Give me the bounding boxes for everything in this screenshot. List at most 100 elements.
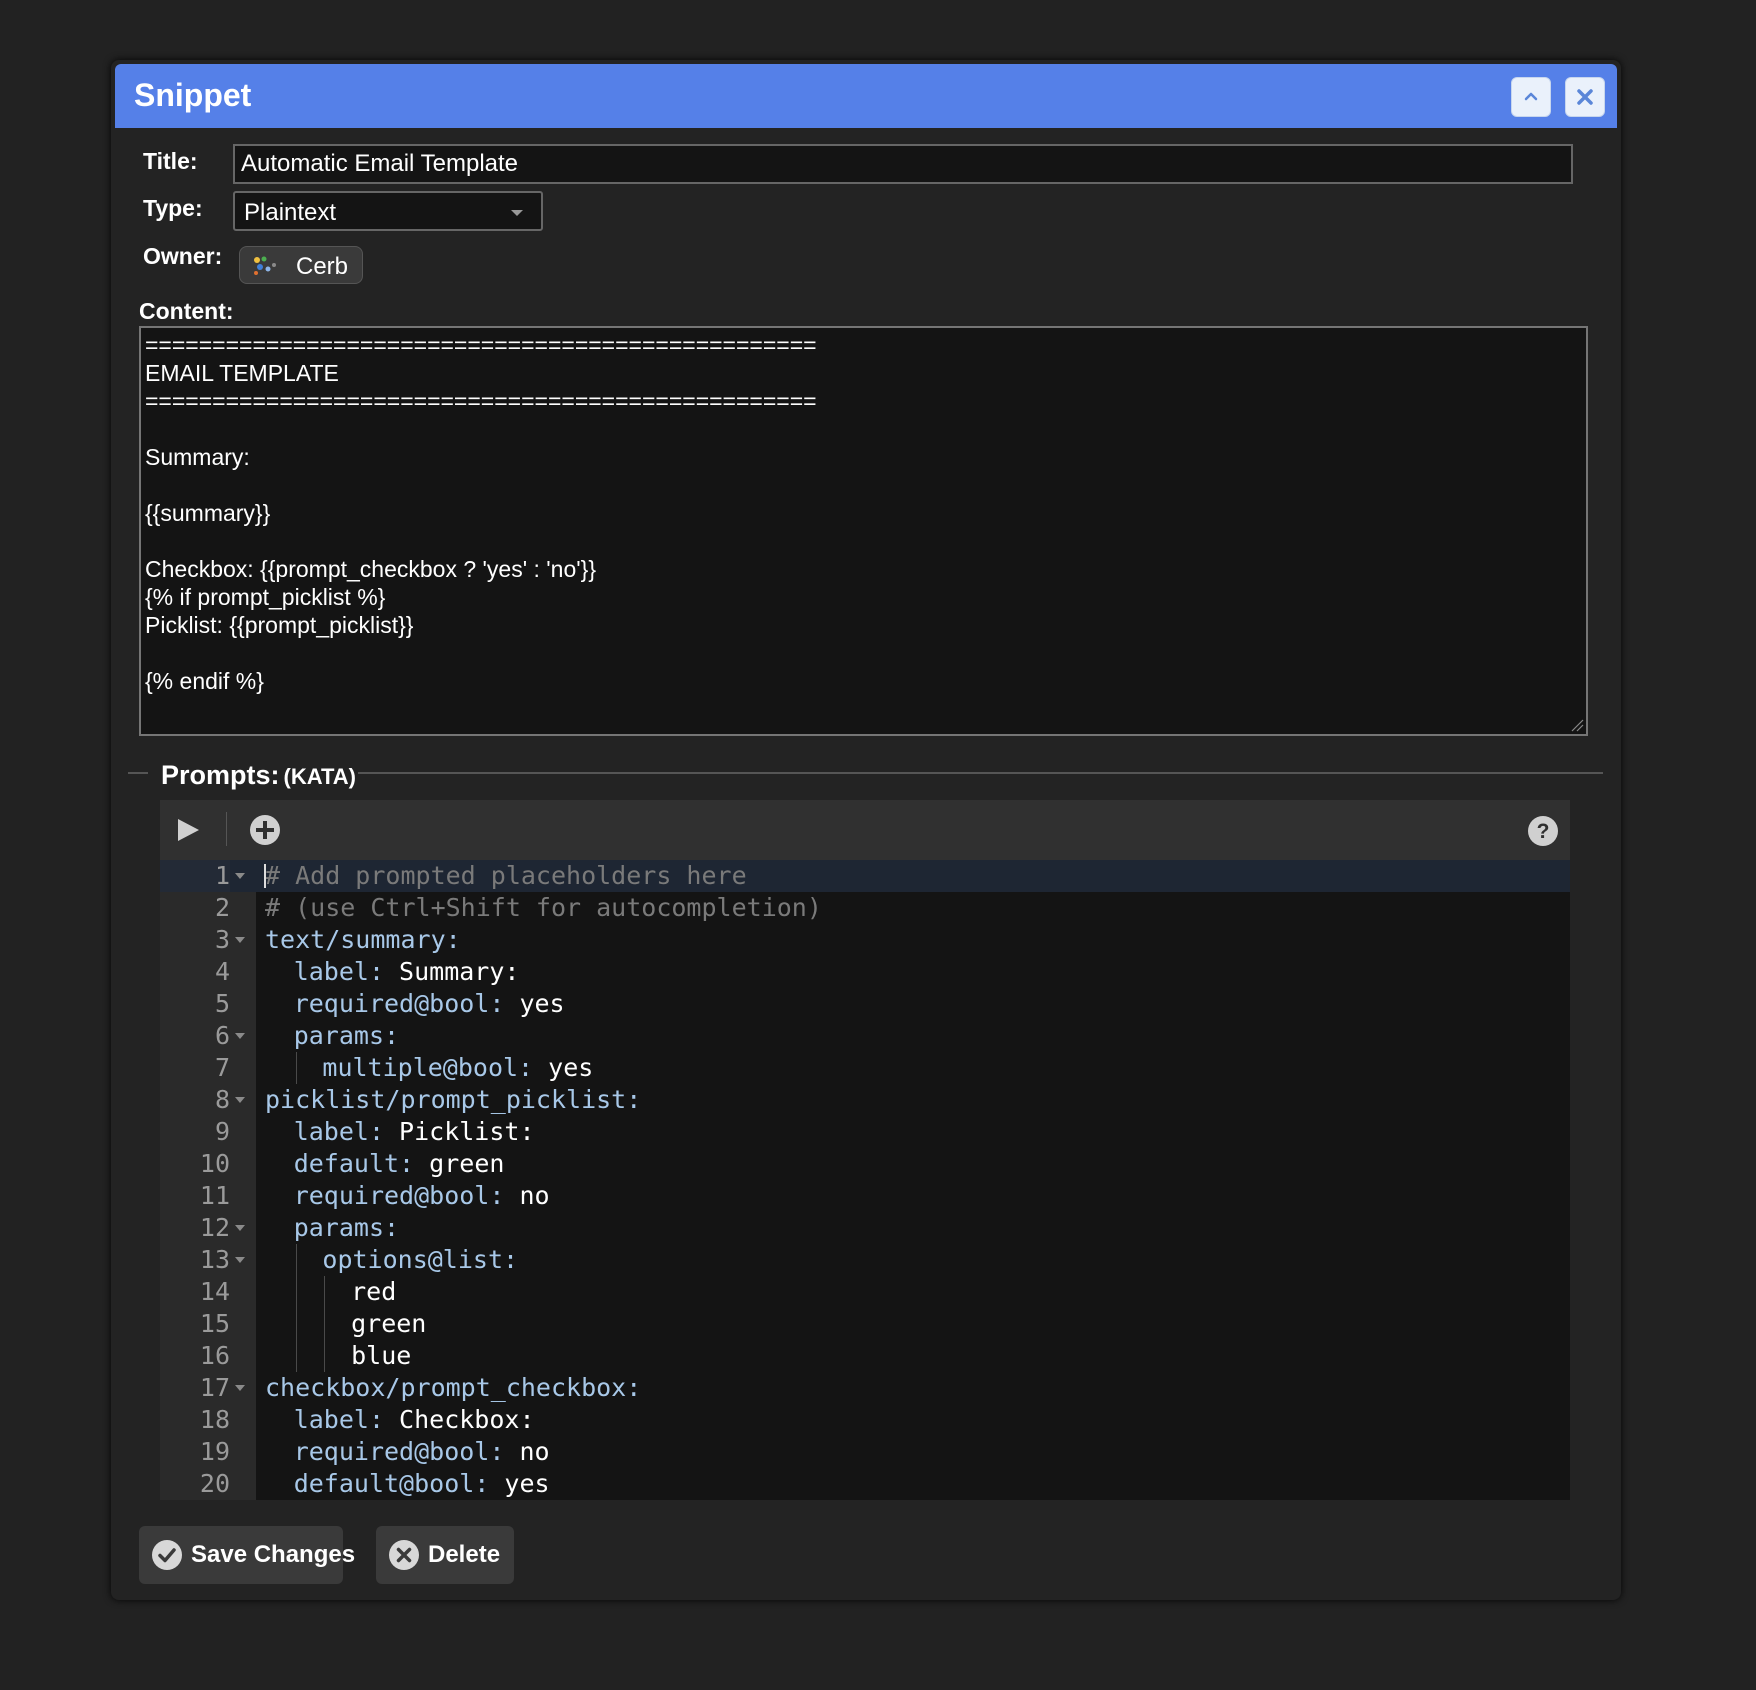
editor-toolbar: ? [160, 800, 1570, 861]
close-icon [1577, 89, 1593, 105]
code-line[interactable]: 11 required@bool: no [160, 1180, 1570, 1212]
owner-chip[interactable]: Cerb [239, 246, 363, 284]
code-key: label: [293, 1117, 384, 1146]
code-text: label: Summary: [294, 956, 520, 988]
prompts-fieldset-legend: Prompts: (KATA) [128, 760, 1603, 794]
code-value: green [414, 1149, 505, 1178]
dialog-titlebar[interactable]: Snippet [115, 64, 1617, 128]
indent-guide [295, 1276, 297, 1308]
fold-arrow-icon[interactable] [235, 873, 245, 879]
plus-circle-icon[interactable] [248, 813, 282, 847]
close-button[interactable] [1565, 77, 1605, 117]
line-number: 5 [214, 989, 230, 1018]
code-line[interactable]: 8 picklist/prompt_picklist: [160, 1084, 1570, 1116]
code-text: label: Checkbox: [294, 1404, 535, 1436]
code-line[interactable]: 10 default: green [160, 1148, 1570, 1180]
line-number: 9 [214, 1117, 230, 1146]
code-line[interactable]: 18 label: Checkbox: [160, 1404, 1570, 1436]
line-number: 8 [214, 1085, 230, 1114]
code-value: green [351, 1309, 427, 1338]
code-text: # Add prompted placeholders here [265, 860, 747, 892]
content-line: ========================================… [145, 388, 817, 414]
code-value: yes [489, 1469, 550, 1498]
delete-button[interactable]: Delete [376, 1526, 514, 1584]
code-lines[interactable]: 1 # Add prompted placeholders here 2 # (use… [160, 860, 1570, 1500]
code-text: multiple@bool: yes [322, 1052, 593, 1084]
chevron-up-icon [1524, 92, 1538, 101]
code-line[interactable]: 9 label: Picklist: [160, 1116, 1570, 1148]
play-icon[interactable] [174, 816, 202, 844]
code-key: required@bool: [293, 989, 505, 1018]
code-line[interactable]: 17 checkbox/prompt_checkbox: [160, 1372, 1570, 1404]
indent-guide [324, 1340, 326, 1372]
collapse-button[interactable] [1511, 77, 1551, 117]
indent-guide [295, 1340, 297, 1372]
code-value: blue [351, 1341, 412, 1370]
resize-grip-icon[interactable] [1570, 718, 1584, 732]
kata-editor[interactable]: ? 1 # Add prompted placeholders here 2 # (u… [160, 800, 1570, 1500]
code-line[interactable]: 3 text/summary: [160, 924, 1570, 956]
fold-arrow-icon[interactable] [235, 1033, 245, 1039]
line-number: 14 [199, 1277, 230, 1306]
fold-arrow-icon[interactable] [235, 937, 245, 943]
code-key: picklist/prompt_picklist: [265, 1085, 642, 1114]
code-line[interactable]: 13 options@list: [160, 1244, 1570, 1276]
line-number: 11 [199, 1181, 230, 1210]
owner-avatar-icon [254, 256, 276, 275]
type-select[interactable]: Plaintext [233, 191, 543, 231]
content-line: {{summary}} [145, 500, 271, 526]
content-textarea[interactable]: ========================================… [139, 326, 1588, 736]
save-changes-button[interactable]: Save Changes [139, 1526, 355, 1584]
code-line[interactable]: 4 label: Summary: [160, 956, 1570, 988]
code-value: Checkbox: [384, 1405, 535, 1434]
legend-rule-left [128, 772, 148, 774]
code-value: no [504, 1437, 550, 1466]
code-comment: # Add prompted placeholders here [265, 861, 747, 890]
code-text: options@list: [322, 1244, 518, 1276]
code-key: default@bool: [293, 1469, 490, 1498]
line-number: 18 [199, 1405, 230, 1434]
fold-arrow-icon[interactable] [235, 1385, 245, 1391]
prompts-heading: Prompts: (KATA) [161, 760, 356, 791]
owner-label: Owner: [143, 243, 223, 269]
code-line[interactable]: 19 required@bool: no [160, 1436, 1570, 1468]
title-input[interactable] [233, 144, 1573, 184]
line-number: 15 [199, 1309, 230, 1338]
code-value: no [504, 1181, 550, 1210]
code-line[interactable]: 15 green [160, 1308, 1570, 1340]
code-key: default: [293, 1149, 415, 1178]
code-line[interactable]: 14 red [160, 1276, 1570, 1308]
code-line[interactable]: 20 default@bool: yes [160, 1468, 1570, 1500]
code-line[interactable]: 7 multiple@bool: yes [160, 1052, 1570, 1084]
indent-guide [295, 1308, 297, 1340]
code-line[interactable]: 2 # (use Ctrl+Shift for autocompletion) [160, 892, 1570, 924]
dialog-title: Snippet [134, 77, 252, 113]
code-line[interactable]: 5 required@bool: yes [160, 988, 1570, 1020]
content-line: {% if prompt_picklist %} [145, 584, 386, 610]
help-icon[interactable]: ? [1526, 814, 1560, 848]
line-number: 16 [199, 1341, 230, 1370]
fold-arrow-icon[interactable] [235, 1225, 245, 1231]
fold-arrow-icon[interactable] [235, 1257, 245, 1263]
code-text: required@bool: no [294, 1436, 550, 1468]
code-key: label: [293, 1405, 384, 1434]
content-label: Content: [139, 298, 234, 324]
code-text: required@bool: no [294, 1180, 550, 1212]
line-number: 2 [214, 893, 230, 922]
code-line[interactable]: 12 params: [160, 1212, 1570, 1244]
content-line [145, 415, 1582, 443]
content-line: Summary: [145, 444, 250, 470]
code-line[interactable]: 16 blue [160, 1340, 1570, 1372]
indent-guide [295, 1052, 297, 1084]
code-key: multiple@bool: [322, 1053, 534, 1082]
code-text: checkbox/prompt_checkbox: [265, 1372, 641, 1404]
content-line [145, 527, 1582, 555]
line-number: 1 [160, 860, 230, 892]
indent-guide [295, 1244, 297, 1276]
code-line[interactable]: 1 # Add prompted placeholders here [160, 860, 1570, 892]
checkmark-circle-icon [152, 1540, 182, 1570]
code-line[interactable]: 6 params: [160, 1020, 1570, 1052]
fold-arrow-icon[interactable] [235, 1097, 245, 1103]
line-number: 17 [199, 1373, 230, 1402]
legend-rule-right [358, 772, 1603, 774]
